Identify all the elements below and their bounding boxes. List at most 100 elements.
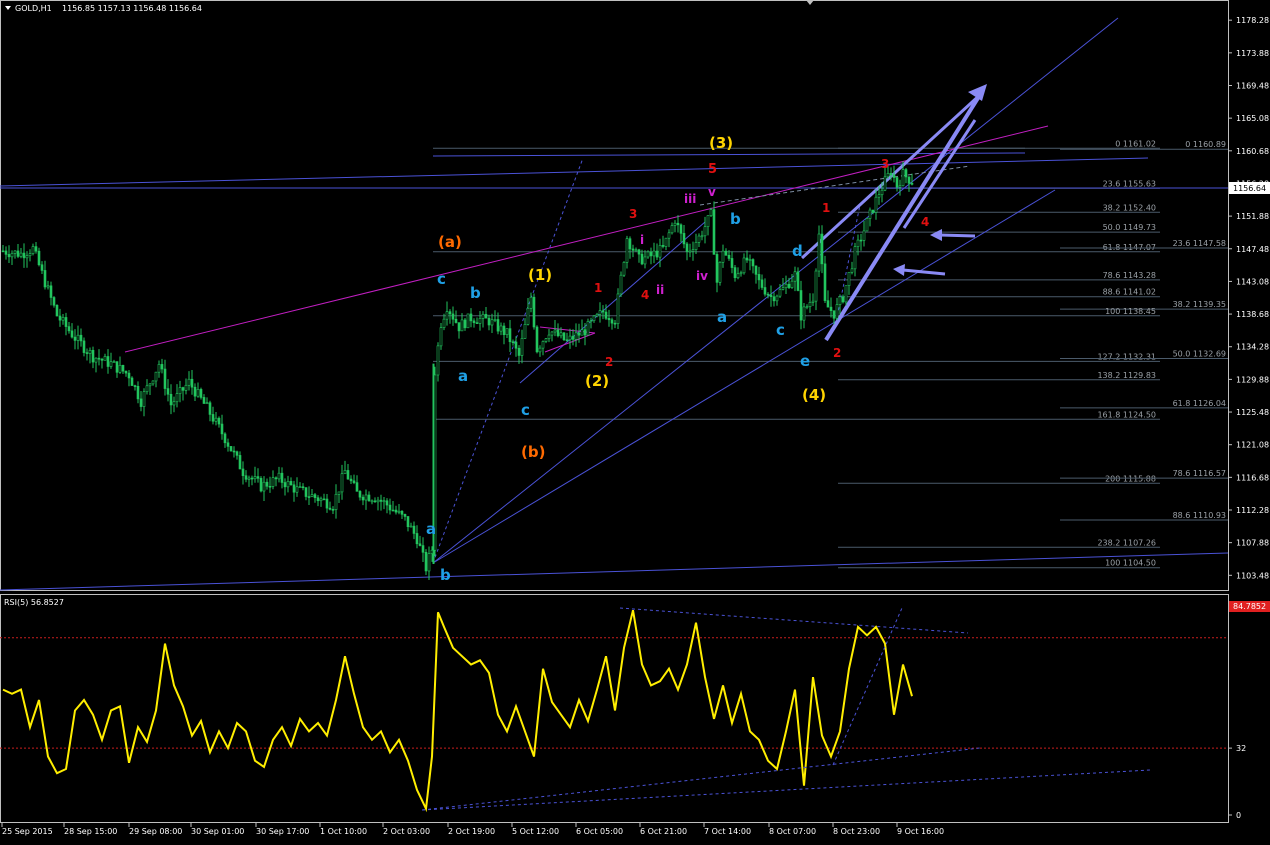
candle-body — [181, 387, 185, 391]
candle-body — [349, 478, 353, 482]
candle-body — [622, 262, 626, 276]
candle-body — [7, 254, 11, 258]
candle-body — [499, 325, 503, 332]
candle-body — [223, 433, 227, 444]
rsi-trendline-steep[interactable] — [832, 607, 903, 766]
candle-body — [838, 296, 842, 305]
candle-body — [16, 250, 20, 257]
candle-body — [58, 315, 62, 321]
candle-body — [562, 332, 566, 341]
candle-body — [493, 319, 497, 321]
candle-body — [115, 361, 119, 373]
candle-body — [685, 243, 689, 252]
rsi-series-line[interactable] — [2, 609, 913, 813]
candle-body — [784, 283, 788, 289]
candle-body — [106, 356, 110, 367]
candle-body — [100, 358, 104, 361]
y-tick-label: 1173.88 — [1236, 49, 1269, 58]
candle-body — [847, 271, 851, 286]
candle-body — [112, 361, 116, 363]
fib-level-label: 23.6 1147.58 — [1173, 239, 1226, 248]
wave-label-b2: b — [440, 566, 451, 584]
candle-body — [43, 270, 47, 288]
candle-body — [538, 347, 542, 353]
candle-body — [226, 442, 230, 447]
candle-body — [610, 319, 614, 324]
candle-body — [850, 268, 854, 273]
candle-body — [376, 499, 380, 503]
candle-body — [598, 310, 602, 315]
candle-body — [292, 484, 296, 493]
x-tick-label: 6 Oct 05:00 — [576, 827, 623, 836]
candle-body — [532, 296, 536, 328]
rsi-trendline-high[interactable] — [619, 607, 969, 634]
candle-body — [676, 222, 680, 226]
candle-body — [178, 387, 182, 394]
wave-label-3-paren: (3) — [709, 134, 733, 152]
candle-body — [31, 246, 35, 254]
symbol-title: GOLD,H1 — [15, 4, 52, 13]
candle-body — [466, 313, 470, 329]
candle-body — [634, 249, 638, 252]
trendline-upper-channel[interactable] — [0, 157, 1149, 187]
chart-menu-icon[interactable] — [5, 6, 11, 10]
fib-level-label: 61.8 1147.07 — [1103, 243, 1156, 252]
candle-body — [655, 250, 659, 258]
candle-body — [166, 388, 170, 395]
y-tick-label: 1169.48 — [1236, 81, 1269, 90]
candle-body — [280, 472, 284, 483]
chart-shift-icon[interactable] — [806, 0, 814, 5]
candle-body — [346, 470, 350, 480]
chart-window[interactable]: 0 1161.02 0 1160.89 23.6 1155.63 38.2 1152.… — [0, 0, 1270, 845]
candle-body — [286, 481, 290, 488]
candle-body — [250, 477, 254, 480]
rsi-trendline-low-2[interactable] — [421, 769, 1151, 811]
candle-body — [625, 238, 629, 263]
y-tick-label: 1129.88 — [1236, 375, 1269, 384]
price-pane-frame — [0, 0, 1229, 591]
candle-body — [505, 328, 509, 336]
wave-label-5a: 5 — [708, 162, 717, 177]
candle-body — [469, 313, 473, 322]
x-tick-label: 8 Oct 07:00 — [769, 827, 816, 836]
candle-body — [568, 335, 572, 341]
x-tick-label: 1 Oct 10:00 — [320, 827, 367, 836]
x-tick-label: 2 Oct 03:00 — [383, 827, 430, 836]
y-tick-label: 1125.48 — [1236, 408, 1269, 417]
y-tick-label: 1147.48 — [1236, 245, 1269, 254]
candle-body — [55, 304, 59, 317]
candle-body — [34, 246, 38, 252]
rsi-trendline-low[interactable] — [421, 747, 981, 811]
trendline-channel-lower[interactable] — [432, 189, 1056, 564]
candle-body — [829, 306, 833, 311]
wave-label-ii: ii — [656, 283, 664, 297]
pointer-arrow-2[interactable] — [902, 268, 946, 276]
rsi-y-tick-label: 32 — [1236, 744, 1246, 753]
candle-body — [229, 446, 233, 452]
candle-body — [679, 224, 683, 234]
candle-body — [874, 196, 878, 213]
candle-body — [88, 350, 92, 354]
candle-body — [868, 209, 872, 219]
candle-body — [526, 307, 530, 325]
candle-body — [46, 285, 50, 288]
candle-body — [721, 250, 725, 263]
chart-canvas[interactable]: 0 1161.02 0 1160.89 23.6 1155.63 38.2 1152.… — [0, 0, 1270, 845]
candle-body — [664, 237, 668, 247]
trendline-base[interactable] — [0, 552, 1229, 591]
candle-body — [541, 341, 545, 349]
candle-body — [550, 331, 554, 336]
trendline-dashed-a[interactable] — [432, 157, 584, 564]
candle-body — [28, 253, 32, 257]
candle-body — [442, 318, 446, 328]
candle-body — [457, 322, 461, 332]
candle-body — [262, 481, 266, 492]
fib-level-label: 61.8 1126.04 — [1173, 399, 1226, 408]
trendline-channel-upper[interactable] — [432, 17, 1119, 564]
candle-body — [760, 279, 764, 288]
fib-level-label: 200 1115.88 — [1105, 474, 1156, 483]
pointer-arrow-1[interactable] — [939, 233, 976, 238]
x-tick-label: 30 Sep 01:00 — [191, 827, 244, 836]
candle-body — [856, 239, 860, 247]
candle-body — [217, 417, 221, 425]
